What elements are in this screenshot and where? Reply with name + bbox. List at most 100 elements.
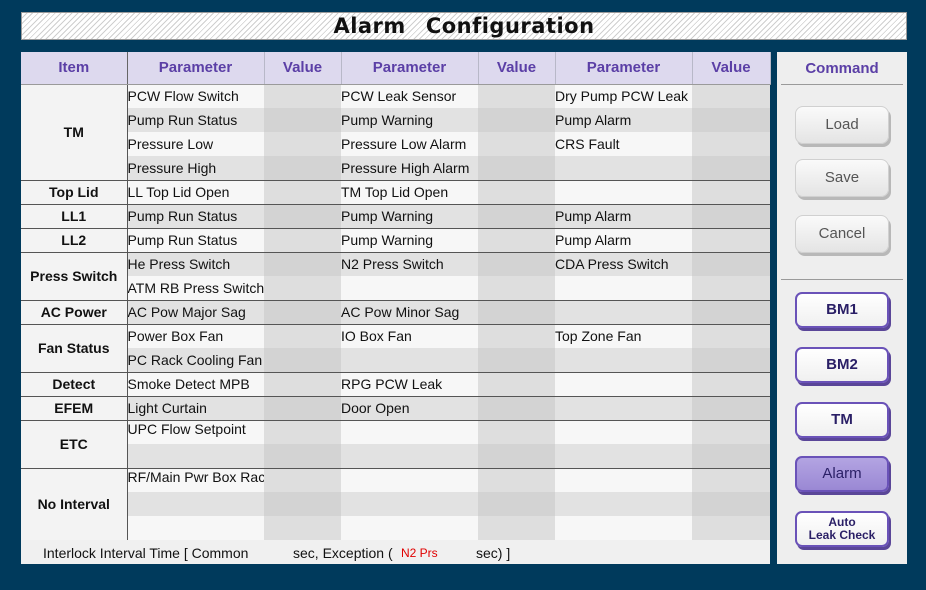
param-cell[interactable]: Pump Warning <box>341 204 478 229</box>
value-cell[interactable] <box>264 108 341 132</box>
param-cell[interactable] <box>341 492 478 516</box>
param-cell[interactable]: Top Zone Fan <box>555 324 692 348</box>
value-cell[interactable] <box>264 84 341 108</box>
value-cell[interactable] <box>478 204 555 229</box>
bm2-button[interactable]: BM2 <box>795 347 889 383</box>
value-cell[interactable] <box>478 108 555 132</box>
param-cell[interactable]: RPG PCW Leak <box>341 372 478 397</box>
value-cell[interactable] <box>692 204 770 229</box>
value-cell[interactable] <box>692 492 770 516</box>
value-cell[interactable] <box>478 420 555 444</box>
value-cell[interactable] <box>478 396 555 421</box>
value-cell[interactable] <box>264 444 341 469</box>
param-cell[interactable] <box>555 444 692 469</box>
param-cell[interactable]: Pressure High <box>127 156 264 181</box>
value-cell[interactable] <box>478 444 555 469</box>
value-cell[interactable] <box>692 84 770 108</box>
value-cell[interactable] <box>264 492 341 516</box>
param-cell[interactable]: Dry Pump PCW Leak <box>555 84 692 108</box>
value-cell[interactable] <box>264 324 341 348</box>
value-cell[interactable] <box>692 444 770 469</box>
value-cell[interactable] <box>264 180 341 205</box>
value-cell[interactable] <box>692 300 770 325</box>
value-cell[interactable] <box>692 108 770 132</box>
param-cell[interactable]: RF/Main Pwr Box Rack <box>127 468 264 492</box>
value-cell[interactable] <box>264 396 341 421</box>
value-cell[interactable] <box>264 228 341 253</box>
load-button[interactable]: Load <box>795 106 889 144</box>
value-cell[interactable] <box>478 516 555 540</box>
param-cell[interactable] <box>341 516 478 540</box>
value-cell[interactable] <box>692 132 770 156</box>
param-cell[interactable]: AC Pow Minor Sag <box>341 300 478 325</box>
value-cell[interactable] <box>692 372 770 397</box>
value-cell[interactable] <box>692 276 770 301</box>
param-cell[interactable]: Pump Warning <box>341 108 478 132</box>
param-cell[interactable] <box>555 492 692 516</box>
param-cell[interactable]: He Press Switch <box>127 252 264 276</box>
param-cell[interactable] <box>341 348 478 373</box>
param-cell[interactable]: Pump Run Status <box>127 228 264 253</box>
param-cell[interactable] <box>341 468 478 492</box>
param-cell[interactable]: Door Open <box>341 396 478 421</box>
value-cell[interactable] <box>478 156 555 181</box>
param-cell[interactable]: ATM RB Press Switch <box>127 276 264 301</box>
param-cell[interactable] <box>555 276 692 301</box>
value-cell[interactable] <box>692 396 770 421</box>
value-cell[interactable] <box>478 324 555 348</box>
value-cell[interactable] <box>692 516 770 540</box>
value-cell[interactable] <box>264 348 341 373</box>
param-cell[interactable]: Pump Alarm <box>555 108 692 132</box>
param-cell[interactable]: LL Top Lid Open <box>127 180 264 205</box>
auto-leak-check-button[interactable]: Auto Leak Check <box>795 511 889 547</box>
value-cell[interactable] <box>264 468 341 492</box>
param-cell[interactable]: PC Rack Cooling Fan <box>127 348 264 373</box>
value-cell[interactable] <box>692 156 770 181</box>
value-cell[interactable] <box>692 252 770 276</box>
param-cell[interactable]: Pressure High Alarm <box>341 156 478 181</box>
value-cell[interactable] <box>478 468 555 492</box>
param-cell[interactable]: Pump Alarm <box>555 228 692 253</box>
value-cell[interactable] <box>478 372 555 397</box>
param-cell[interactable] <box>555 420 692 444</box>
value-cell[interactable] <box>264 516 341 540</box>
value-cell[interactable] <box>692 420 770 444</box>
param-cell[interactable] <box>341 444 478 469</box>
param-cell[interactable] <box>555 348 692 373</box>
value-cell[interactable] <box>264 276 341 301</box>
value-cell[interactable] <box>692 324 770 348</box>
param-cell[interactable]: TM Top Lid Open <box>341 180 478 205</box>
param-cell[interactable] <box>127 516 264 540</box>
value-cell[interactable] <box>478 348 555 373</box>
value-cell[interactable] <box>478 228 555 253</box>
cancel-button[interactable]: Cancel <box>795 215 889 253</box>
param-cell[interactable]: Pump Alarm <box>555 204 692 229</box>
param-cell[interactable] <box>127 492 264 516</box>
value-cell[interactable] <box>692 468 770 492</box>
param-cell[interactable]: Pump Run Status <box>127 108 264 132</box>
param-cell[interactable] <box>341 276 478 301</box>
param-cell[interactable]: Light Curtain <box>127 396 264 421</box>
value-cell[interactable] <box>478 180 555 205</box>
bm1-button[interactable]: BM1 <box>795 292 889 328</box>
param-cell[interactable] <box>555 396 692 421</box>
value-cell[interactable] <box>478 492 555 516</box>
param-cell[interactable]: Pressure Low Alarm <box>341 132 478 156</box>
param-cell[interactable]: CDA Press Switch <box>555 252 692 276</box>
param-cell[interactable]: UPC Flow Setpoint <box>127 420 264 444</box>
value-cell[interactable] <box>264 252 341 276</box>
param-cell[interactable]: Pump Run Status <box>127 204 264 229</box>
param-cell[interactable] <box>555 156 692 181</box>
value-cell[interactable] <box>264 156 341 181</box>
save-button[interactable]: Save <box>795 159 889 197</box>
value-cell[interactable] <box>478 276 555 301</box>
param-cell[interactable]: Pressure Low <box>127 132 264 156</box>
param-cell[interactable] <box>341 420 478 444</box>
param-cell[interactable] <box>555 180 692 205</box>
value-cell[interactable] <box>478 132 555 156</box>
param-cell[interactable]: Smoke Detect MPB <box>127 372 264 397</box>
param-cell[interactable]: AC Pow Major Sag <box>127 300 264 325</box>
param-cell[interactable]: PCW Flow Switch <box>127 84 264 108</box>
value-cell[interactable] <box>692 180 770 205</box>
param-cell[interactable]: Pump Warning <box>341 228 478 253</box>
